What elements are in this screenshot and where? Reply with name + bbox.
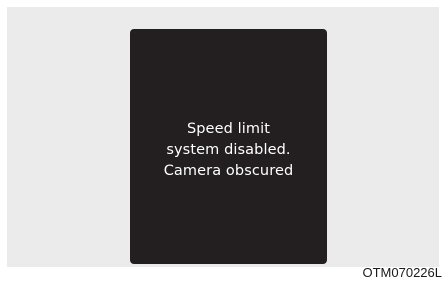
message-line-2: system disabled. xyxy=(166,142,291,158)
message-line-1: Speed limit xyxy=(186,121,271,137)
figure-code-label: OTM070226L xyxy=(362,265,443,280)
warning-message: Speed limit system disabled. Camera obsc… xyxy=(164,119,294,182)
message-line-3: Camera obscured xyxy=(163,163,294,179)
instrument-cluster-display: Speed limit system disabled. Camera obsc… xyxy=(130,29,327,264)
